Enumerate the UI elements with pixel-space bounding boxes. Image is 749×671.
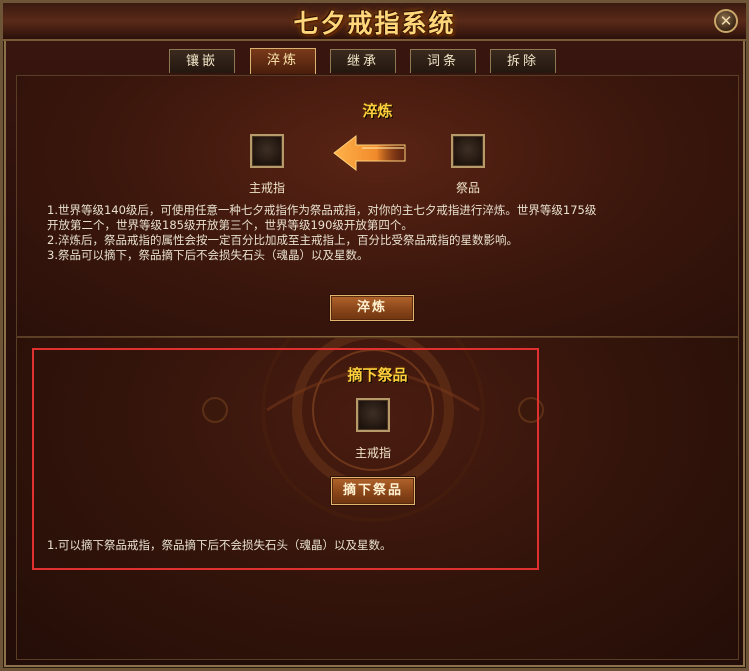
left-arrow-icon <box>333 134 406 172</box>
refine-description-line: 1.世界等级140级后，可使用任意一种七夕戒指作为祭品戒指，对你的主七夕戒指进行… <box>47 203 597 217</box>
tab-remove[interactable]: 拆除 <box>490 49 556 73</box>
tab-bar: 镶嵌 淬炼 继承 词条 拆除 <box>3 48 746 75</box>
tab-affix[interactable]: 词条 <box>410 49 476 73</box>
close-button[interactable]: ✕ <box>714 9 738 33</box>
main-ring-label: 主戒指 <box>248 181 285 195</box>
refine-description-line: 2.淬炼后，祭品戒指的属性会按一定百分比加成至主戒指上，百分比受祭品戒指的星数影… <box>47 233 518 247</box>
ring-system-window: 七夕戒指系统 ✕ 镶嵌 淬炼 继承 词条 拆除 淬炼 主戒指 祭品 1.世界等级… <box>0 0 749 671</box>
refine-title: 淬炼 <box>362 102 393 120</box>
refine-button[interactable]: 淬炼 <box>330 295 414 321</box>
title-bar: 七夕戒指系统 ✕ <box>3 3 746 41</box>
sacrifice-label: 祭品 <box>455 181 480 195</box>
tab-inherit[interactable]: 继承 <box>330 49 396 73</box>
refine-description-line: 3.祭品可以摘下，祭品摘下后不会损失石头（魂晶）以及星数。 <box>47 248 369 262</box>
close-icon: ✕ <box>719 12 733 30</box>
main-ring-slot[interactable] <box>250 134 284 168</box>
tab-inlay[interactable]: 镶嵌 <box>169 49 235 73</box>
refine-panel: 淬炼 主戒指 祭品 1.世界等级140级后，可使用任意一种七夕戒指作为祭品戒指，… <box>16 75 739 337</box>
refine-description-line: 开放第二个，世界等级185级开放第三个，世界等级190级开放第四个。 <box>47 218 413 232</box>
window-title: 七夕戒指系统 <box>293 9 456 38</box>
refine-description: 1.世界等级140级后，可使用任意一种七夕戒指作为祭品戒指，对你的主七夕戒指进行… <box>47 203 717 263</box>
tab-refine[interactable]: 淬炼 <box>250 48 316 74</box>
sacrifice-slot[interactable] <box>451 134 485 168</box>
highlight-box <box>32 348 539 570</box>
